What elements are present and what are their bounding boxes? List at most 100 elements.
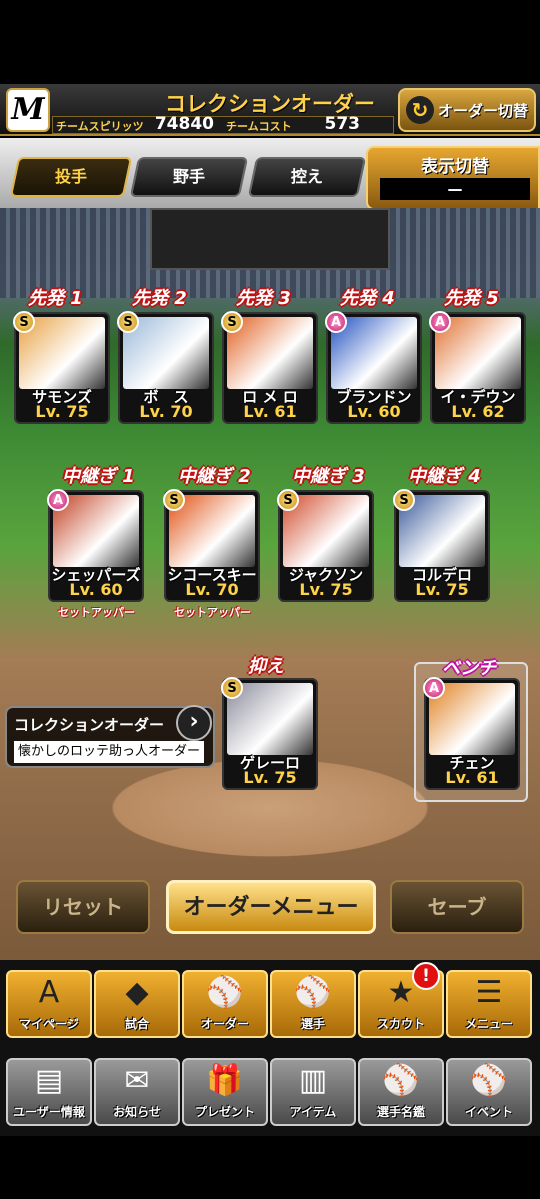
- relievers-position-label-2: 中継ぎ 2: [178, 466, 251, 487]
- player-level: Lv. 70: [139, 402, 193, 421]
- relievers-card-1[interactable]: A シェッパーズ Lv. 60: [47, 489, 144, 602]
- relievers-position-label-4: 中継ぎ 4: [408, 466, 481, 487]
- nav-label: 試合: [124, 1017, 149, 1031]
- starters-card-4[interactable]: A ブランドン Lv. 60: [325, 311, 422, 424]
- starters-position-label-1: 先発 1: [28, 288, 83, 309]
- user-info-icon: ▤: [34, 1063, 64, 1098]
- player-level: Lv. 70: [185, 580, 239, 599]
- starters-position-label-2: 先発 2: [132, 288, 187, 309]
- news-icon: ✉: [124, 1063, 150, 1098]
- player-level: Lv. 61: [243, 402, 297, 421]
- relievers-position-label-3: 中継ぎ 3: [292, 466, 365, 487]
- nav-news-button[interactable]: ✉ お知らせ: [94, 1058, 180, 1126]
- rank-icon: A: [325, 311, 347, 333]
- nav-mypage-button[interactable]: A マイページ: [6, 970, 92, 1038]
- page-title: コレクションオーダー: [165, 92, 375, 116]
- reset-button[interactable]: リセット: [16, 880, 150, 934]
- order-switch-label: オーダー切替: [438, 101, 529, 120]
- nav-present-button[interactable]: 🎁 プレゼント: [182, 1058, 268, 1126]
- player-level: Lv. 60: [347, 402, 401, 421]
- player-icon: ⚾: [294, 975, 332, 1010]
- starters-position-label-4: 先発 4: [340, 288, 395, 309]
- refresh-icon: ↻: [406, 96, 434, 124]
- chevron-right-icon[interactable]: ›: [176, 705, 212, 741]
- relievers-card-2[interactable]: S シコースキー Lv. 70: [163, 489, 260, 602]
- nav-label: イベント: [464, 1105, 513, 1119]
- relievers-card-4[interactable]: S コルデロ Lv. 75: [393, 489, 490, 602]
- event-icon: ⚾: [470, 1063, 508, 1098]
- nav-label: アイテム: [289, 1105, 337, 1119]
- player-level: Lv. 62: [451, 402, 505, 421]
- tab-fielder[interactable]: 野手: [129, 157, 249, 197]
- nav-user-info-button[interactable]: ▤ ユーザー情報: [6, 1058, 92, 1126]
- tab-reserve[interactable]: 控え: [247, 157, 367, 197]
- collection-order-title: コレクションオーダー: [14, 716, 165, 734]
- rank-icon: S: [221, 677, 243, 699]
- player-level: Lv. 75: [415, 580, 469, 599]
- player-level: Lv. 75: [243, 768, 297, 787]
- team-cost-value: 573: [324, 114, 361, 134]
- nav-label: 選手: [300, 1017, 325, 1031]
- tab-reserve-label: 控え: [290, 167, 323, 186]
- tab-pitcher[interactable]: 投手: [9, 157, 133, 197]
- rank-icon: S: [117, 311, 139, 333]
- menu-icon: ☰: [475, 975, 503, 1010]
- starters-card-5[interactable]: A イ・デウン Lv. 62: [429, 311, 526, 424]
- status-bar-area: [0, 0, 540, 84]
- nav-label: オーダー: [200, 1017, 249, 1031]
- display-toggle-label: 表示切替: [421, 157, 489, 177]
- rank-icon: S: [221, 311, 243, 333]
- nav-order-button[interactable]: ⚾ オーダー: [182, 970, 268, 1038]
- order-switch-button[interactable]: ↻ オーダー切替: [398, 88, 536, 132]
- nav-player-directory-button[interactable]: ⚾ 選手名鑑: [358, 1058, 444, 1126]
- scoreboard: [150, 208, 390, 270]
- nav-game-button[interactable]: ◆ 試合: [94, 970, 180, 1038]
- save-button[interactable]: セーブ: [390, 880, 524, 934]
- tab-fielder-label: 野手: [172, 167, 205, 186]
- collection-order-subtitle: 懐かしのロッテ助っ人オーダー: [14, 741, 204, 763]
- closer-card[interactable]: S ゲレーロ Lv. 75: [221, 677, 318, 790]
- team-cost-label: チームコスト: [226, 120, 292, 133]
- player-level: Lv. 75: [299, 580, 353, 599]
- nav-event-button[interactable]: ⚾ イベント: [446, 1058, 532, 1126]
- rank-icon: S: [393, 489, 415, 511]
- rank-icon: S: [13, 311, 35, 333]
- starters-position-label-3: 先発 3: [236, 288, 291, 309]
- nav-item-button[interactable]: ▥ アイテム: [270, 1058, 356, 1126]
- relievers-card-3[interactable]: S ジャクソン Lv. 75: [277, 489, 374, 602]
- role-tag: セットアッパー: [58, 606, 135, 619]
- nav-label: お知らせ: [113, 1105, 161, 1119]
- nav-label: スカウト: [376, 1017, 425, 1031]
- team-logo: M: [6, 88, 50, 132]
- team-spirits-value: 74840: [154, 114, 214, 134]
- starters-card-2[interactable]: Sボ ス Lv. 70: [117, 311, 214, 424]
- mypage-icon: A: [38, 975, 60, 1010]
- nav-label: メニュー: [464, 1017, 513, 1031]
- relievers-position-label-1: 中継ぎ 1: [62, 466, 135, 487]
- game-icon: ◆: [125, 975, 149, 1010]
- nav-player-button[interactable]: ⚾ 選手: [270, 970, 356, 1038]
- order-menu-button[interactable]: オーダーメニュー: [166, 880, 376, 934]
- bench-position-label: ベンチ: [442, 658, 496, 679]
- rank-icon: A: [47, 489, 69, 511]
- player-level: Lv. 60: [69, 580, 123, 599]
- display-toggle-value: —: [380, 178, 530, 200]
- bench-card[interactable]: A チェン Lv. 61: [423, 677, 520, 790]
- player-level: Lv. 61: [445, 768, 499, 787]
- nav-label: 選手名鑑: [376, 1105, 425, 1119]
- rank-icon: A: [429, 311, 451, 333]
- nav-label: プレゼント: [194, 1105, 255, 1119]
- nav-label: ユーザー情報: [13, 1105, 85, 1119]
- tab-pitcher-label: 投手: [54, 167, 87, 186]
- rank-icon: S: [277, 489, 299, 511]
- nav-label: マイページ: [19, 1017, 79, 1031]
- rank-icon: A: [423, 677, 445, 699]
- starters-card-1[interactable]: S サモンズ Lv. 75: [13, 311, 110, 424]
- closer-position-label: 抑え: [248, 656, 284, 677]
- order-icon: ⚾: [206, 975, 244, 1010]
- starters-card-3[interactable]: Sロ メ ロ Lv. 61: [221, 311, 318, 424]
- rank-icon: S: [163, 489, 185, 511]
- present-icon: 🎁: [206, 1063, 244, 1098]
- player-level: Lv. 75: [35, 402, 89, 421]
- nav-menu-button[interactable]: ☰ メニュー: [446, 970, 532, 1038]
